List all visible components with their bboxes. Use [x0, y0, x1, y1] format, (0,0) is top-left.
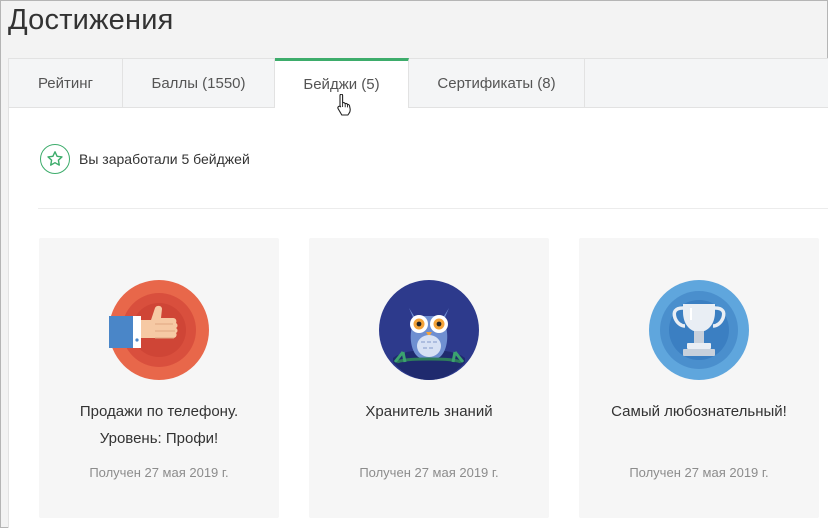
trophy-badge-icon — [649, 280, 749, 380]
badge-date: Получен 27 мая 2019 г. — [89, 465, 229, 480]
tab-certificates[interactable]: Сертификаты (8) — [409, 59, 585, 108]
tab-points[interactable]: Баллы (1550) — [123, 59, 275, 108]
divider — [38, 208, 828, 209]
hand-cursor-icon — [337, 94, 351, 116]
badge-date: Получен 27 мая 2019 г. — [359, 465, 499, 480]
owl-badge-icon — [379, 280, 479, 380]
thumbs-up-badge-icon — [109, 280, 209, 380]
badge-title-line: Хранитель знаний — [365, 403, 493, 420]
badge-card-knowledge-keeper[interactable]: Хранитель знаний Получен 27 мая 2019 г. — [309, 238, 549, 518]
tab-rating[interactable]: Рейтинг — [9, 59, 123, 108]
badge-date: Получен 27 мая 2019 г. — [629, 465, 769, 480]
earned-badges-text: Вы заработали 5 бейджей — [79, 151, 250, 167]
badge-card-most-curious[interactable]: Самый любознательный! Получен 27 мая 201… — [579, 238, 819, 518]
badge-title: Самый любознательный! — [579, 398, 819, 425]
tab-bar: Рейтинг Баллы (1550) Бейджи (5) Сертифик… — [8, 58, 828, 108]
earned-badges-summary: Вы заработали 5 бейджей — [40, 144, 250, 174]
badge-title-line: Продажи по телефону. — [79, 403, 239, 420]
badge-title: Продажи по телефону. Уровень: Профи! — [39, 398, 279, 452]
badge-title-line: Уровень: Профи! — [99, 430, 219, 447]
badge-card-phone-sales[interactable]: Продажи по телефону. Уровень: Профи! Пол… — [39, 238, 279, 518]
badge-title: Хранитель знаний — [309, 398, 549, 425]
badge-title-line: Самый любознательный! — [611, 403, 787, 420]
star-icon — [40, 144, 70, 174]
page-title: Достижения — [8, 4, 174, 36]
